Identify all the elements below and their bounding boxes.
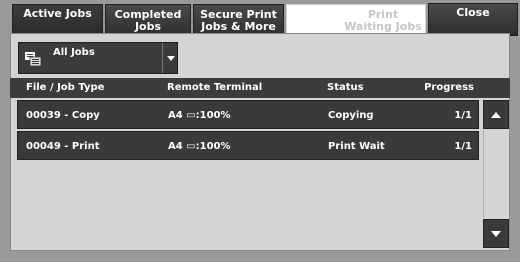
job-file: 00049 - Print [26,141,100,152]
column-file-job-type: File / Job Type [26,82,105,93]
scroll-track[interactable] [483,130,509,218]
arrow-down-icon [491,230,501,237]
job-status: Print Wait [328,141,385,152]
job-progress: 1/1 [454,110,472,121]
tab-label-line2: Jobs & More [201,19,276,33]
column-remote-terminal: Remote Terminal [167,82,263,93]
scroll-down-button[interactable] [483,219,509,248]
job-file: 00039 - Copy [26,110,100,121]
job-list-icon [25,52,41,66]
column-progress: Progress [424,82,474,93]
scrollbar[interactable] [483,100,509,249]
job-filter-dropdown[interactable]: All Jobs [18,42,178,74]
column-status: Status [327,82,364,93]
tab-label: Active Jobs [23,7,92,20]
job-terminal: A4 ▭:100% [168,110,231,121]
job-list-header: File / Job Type Remote Terminal Status P… [10,78,510,98]
tab-label-line1: Secure Print [200,7,277,21]
tab-label-line2: Waiting Jobs [344,19,422,33]
table-row[interactable]: 00049 - Print A4 ▭:100% Print Wait 1/1 [17,131,479,160]
arrow-up-icon [491,111,501,118]
job-progress: 1/1 [454,141,472,152]
scroll-up-button[interactable] [483,100,509,129]
job-terminal: A4 ▭:100% [168,141,231,152]
table-row[interactable]: 00039 - Copy A4 ▭:100% Copying 1/1 [17,100,479,129]
tab-label-line1: Print [367,7,399,21]
close-button[interactable]: Close [428,3,518,36]
tab-label-line1: Completed [114,7,182,21]
job-status: Copying [328,110,374,121]
chevron-down-icon[interactable] [162,43,178,73]
close-label: Close [456,6,490,19]
filter-label: All Jobs [53,47,95,58]
tab-label-line2: Jobs [134,19,162,33]
